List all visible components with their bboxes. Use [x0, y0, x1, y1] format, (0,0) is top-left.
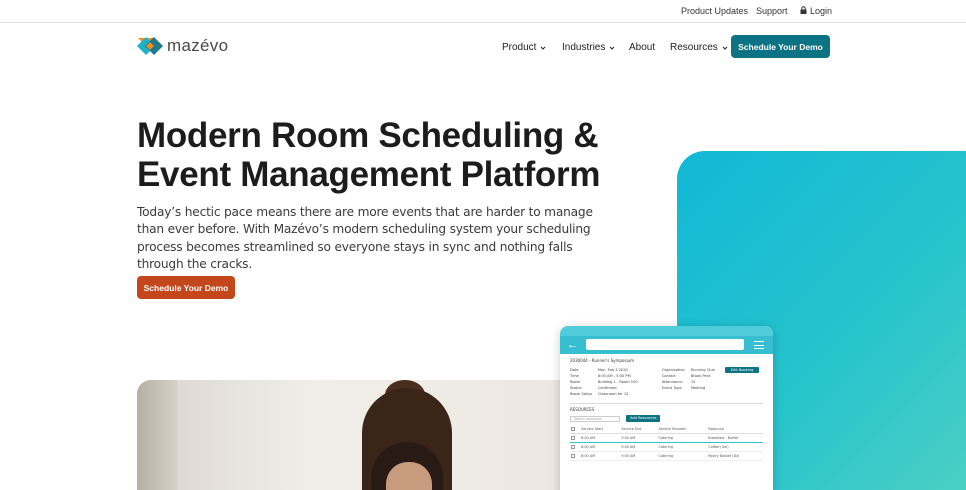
mockup-label: Date	[570, 368, 579, 372]
table-cell: Coffee (Gal)	[707, 442, 763, 452]
utility-bar: Product Updates Support Login	[0, 0, 966, 23]
mockup-label: Room	[570, 380, 581, 384]
edit-booking-button: Edit Booking	[724, 367, 760, 373]
mockup-value: Confirmed	[597, 386, 617, 390]
table-row: 8:00 AM 9:00 AM Catering Pastry Basket (…	[570, 451, 763, 461]
back-arrow-icon: ←	[567, 339, 578, 351]
mockup-resources-table: Service Start Service End Service Provid…	[570, 425, 763, 461]
mockup-label: Time	[570, 374, 579, 378]
chevron-down-icon	[541, 46, 546, 50]
mockup-label: Organization	[661, 368, 685, 372]
add-resources-button: Add Resources	[626, 415, 661, 422]
schedule-demo-hero-button[interactable]: Schedule Your Demo	[137, 276, 235, 299]
row-checkbox	[571, 453, 575, 458]
table-header: Resource	[707, 425, 763, 434]
row-checkbox	[571, 435, 575, 440]
lock-icon	[800, 6, 807, 14]
hero-subtitle: Today’s hectic pace means there are more…	[137, 205, 593, 271]
table-row: 8:00 AM 9:00 AM Catering Breakfast - Buf…	[570, 433, 763, 443]
table-header: Service Provider	[657, 425, 708, 434]
table-header	[570, 425, 581, 434]
row-checkbox	[571, 444, 575, 449]
table-cell: Catering	[657, 451, 708, 461]
nav-product[interactable]: Product	[502, 42, 546, 53]
schedule-demo-nav-button[interactable]: Schedule Your Demo	[731, 35, 830, 58]
nav-product-label: Product	[502, 42, 537, 53]
mockup-label: Status	[570, 386, 582, 390]
mockup-label: Contact	[661, 374, 676, 378]
mockup-value: Brook Peck	[690, 374, 711, 378]
mockup-search-bar	[586, 339, 744, 350]
mockup-resources-heading: RESOURCES	[570, 407, 595, 412]
chevron-down-icon	[722, 46, 728, 50]
table-cell: Pastry Basket (Dz)	[707, 451, 763, 461]
nav-industries[interactable]: Industries	[562, 42, 615, 53]
mockup-label: Event Type	[661, 386, 682, 390]
mockup-value: Meeting	[690, 386, 706, 390]
mockup-value: Building 1 - Room 100	[597, 380, 638, 384]
table-cell: 8:00 AM	[580, 433, 621, 443]
table-cell: 9:00 AM	[620, 433, 658, 443]
table-cell: Breakfast - Buffet	[707, 433, 763, 443]
mockup-value: Classroom for 15	[597, 392, 629, 396]
table-row: 8:00 AM 9:00 AM Catering Coffee (Gal)	[570, 442, 763, 452]
table-cell: Catering	[657, 433, 708, 443]
mockup-label: Room Setup	[570, 392, 592, 396]
table-header: Service End	[620, 425, 658, 434]
login-label: Login	[810, 6, 833, 16]
login-link[interactable]: Login	[800, 6, 832, 16]
nav-industries-label: Industries	[562, 42, 606, 53]
nav-resources-label: Resources	[670, 42, 718, 53]
nav-about-label: About	[629, 42, 656, 53]
mockup-label: Attendance	[661, 380, 683, 384]
hamburger-menu-icon	[754, 341, 764, 349]
table-cell: 9:00 AM	[620, 442, 658, 452]
mockup-value: Mon, Feb 3 2020	[597, 368, 628, 372]
logo-diamond-icon	[137, 37, 163, 55]
table-cell: Catering	[657, 442, 708, 452]
app-mockup: ← 2030044 - Runner's Symposium Date Time…	[560, 326, 773, 490]
table-header: Service Start	[580, 425, 621, 434]
mockup-resource-search: Search resources	[570, 415, 620, 422]
chevron-down-icon	[610, 46, 615, 50]
mockup-event-title: 2030044 - Runner's Symposium	[570, 358, 634, 363]
mockup-value: Running Club	[690, 368, 715, 372]
nav-about[interactable]: About	[629, 42, 655, 53]
brand-logo[interactable]: mazévo	[137, 36, 228, 56]
table-cell: 8:00 AM	[580, 451, 621, 461]
mockup-value: 8:00 AM - 5:00 PM	[597, 374, 631, 378]
product-updates-link[interactable]: Product Updates	[681, 6, 748, 16]
table-cell: 9:00 AM	[620, 451, 658, 461]
nav-resources[interactable]: Resources	[670, 42, 728, 53]
hero-title: Modern Room Scheduling & Event Managemen…	[137, 116, 601, 194]
hero-photo	[137, 380, 577, 490]
support-link[interactable]: Support	[756, 6, 788, 16]
logo-text: mazévo	[167, 36, 229, 55]
table-cell: 8:00 AM	[580, 442, 621, 452]
mockup-value: 15	[690, 380, 696, 384]
